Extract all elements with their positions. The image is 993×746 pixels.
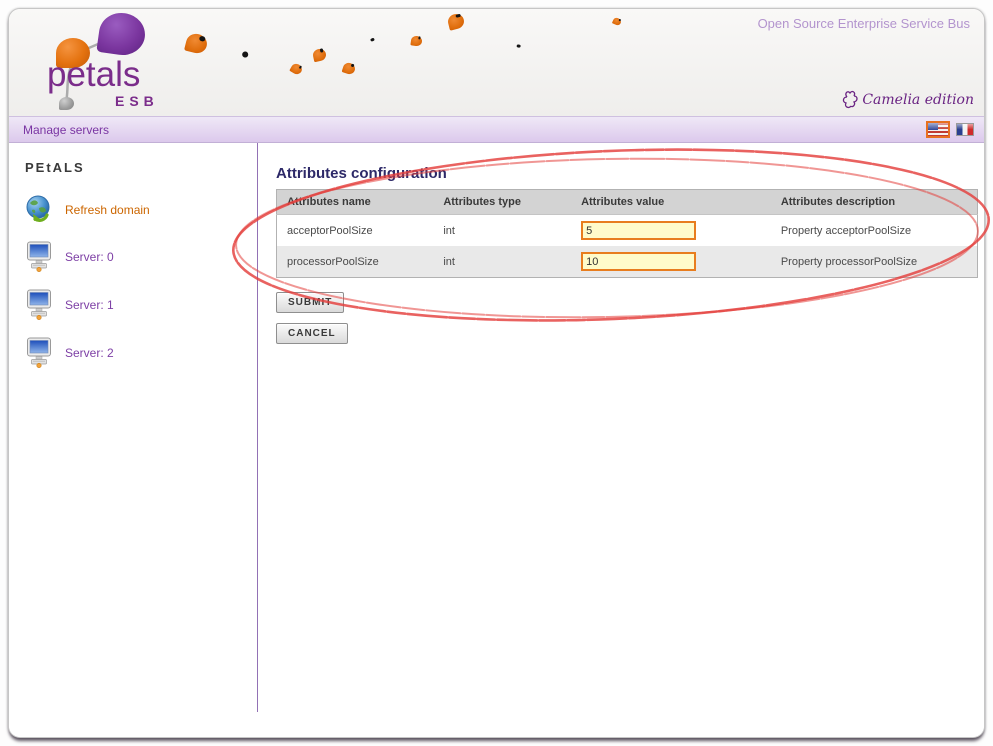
server-icon: [25, 241, 54, 272]
petals-logo: petals ESB: [39, 11, 219, 116]
petal-decoration: [612, 17, 622, 27]
server-icon: [25, 337, 54, 368]
attr-value-cell: [571, 215, 771, 247]
france-flag-button[interactable]: [956, 123, 974, 136]
server-link[interactable]: Server: 1: [65, 298, 114, 312]
language-switcher: [926, 121, 974, 138]
app-window: petals ESB Open Source Enterprise Servic…: [8, 8, 985, 738]
us-flag-button[interactable]: [926, 121, 950, 138]
table-header-row: Attributes name Attributes type Attribut…: [277, 190, 978, 215]
sidebar: PEtALS: [9, 143, 258, 712]
attr-name-cell: acceptorPoolSize: [277, 215, 434, 247]
petal-decoration: [228, 50, 254, 75]
navbar-title: Manage servers: [23, 123, 109, 137]
sidebar-item-server-2[interactable]: Server: 2: [25, 337, 257, 368]
acceptor-pool-size-input[interactable]: [581, 221, 696, 240]
attr-description-cell: Property processorPoolSize: [771, 246, 978, 278]
sidebar-item-server-0[interactable]: Server: 0: [25, 241, 257, 272]
petal-decoration: [446, 12, 465, 30]
sidebar-item-server-1[interactable]: Server: 1: [25, 289, 257, 320]
petal-decoration: [342, 61, 357, 75]
tagline: Open Source Enterprise Service Bus: [758, 16, 970, 31]
server-link[interactable]: Server: 2: [65, 346, 114, 360]
edition-label: Camelia edition: [862, 92, 974, 108]
edition-badge: Camelia edition: [840, 89, 974, 111]
logo-wordmark: petals: [47, 55, 140, 95]
col-attributes-value: Attributes value: [571, 190, 771, 215]
petal-decoration: [289, 62, 304, 76]
navbar: Manage servers: [9, 116, 984, 143]
camelia-flower-icon: [840, 89, 860, 111]
table-row: acceptorPoolSize int Property acceptorPo…: [277, 215, 978, 247]
attr-type-cell: int: [433, 215, 571, 247]
server-icon: [25, 289, 54, 320]
cancel-button[interactable]: CANCEL: [276, 323, 348, 344]
col-attributes-name: Attributes name: [277, 190, 434, 215]
petal-decoration: [312, 48, 327, 62]
content-area: PEtALS: [9, 143, 984, 737]
sidebar-item-refresh-domain[interactable]: Refresh domain: [25, 195, 257, 224]
page-title: Attributes configuration: [276, 165, 984, 182]
col-attributes-description: Attributes description: [771, 190, 978, 215]
table-row: processorPoolSize int Property processor…: [277, 246, 978, 278]
refresh-domain-link[interactable]: Refresh domain: [65, 203, 150, 217]
col-attributes-type: Attributes type: [433, 190, 571, 215]
submit-button[interactable]: SUBMIT: [276, 292, 344, 313]
attr-name-cell: processorPoolSize: [277, 246, 434, 278]
header: petals ESB Open Source Enterprise Servic…: [9, 9, 984, 116]
main-panel: Attributes configuration Attributes name…: [258, 143, 984, 737]
petal-decoration: [507, 42, 523, 57]
processor-pool-size-input[interactable]: [581, 252, 696, 271]
petal-decoration: [362, 36, 380, 53]
attr-type-cell: int: [433, 246, 571, 278]
sidebar-title: PEtALS: [25, 160, 257, 175]
page-background: petals ESB Open Source Enterprise Servic…: [0, 0, 993, 746]
attr-description-cell: Property acceptorPoolSize: [771, 215, 978, 247]
attributes-table: Attributes name Attributes type Attribut…: [276, 189, 978, 278]
petal-decoration: [410, 35, 422, 46]
logo-gray-bud-icon: [59, 97, 74, 110]
server-link[interactable]: Server: 0: [65, 250, 114, 264]
logo-esb-label: ESB: [115, 93, 159, 109]
globe-refresh-icon: [25, 195, 54, 224]
attr-value-cell: [571, 246, 771, 278]
